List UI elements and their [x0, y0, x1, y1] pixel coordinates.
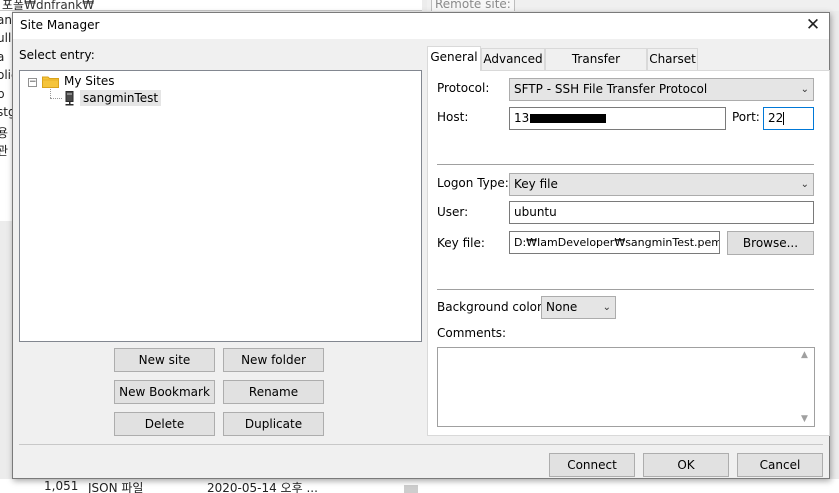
tab-advanced[interactable]: Advanced	[481, 48, 545, 70]
tree-connector	[50, 89, 51, 98]
user-value: ubuntu	[514, 205, 557, 219]
new-folder-button[interactable]: New folder	[223, 348, 324, 372]
tree-connector	[50, 98, 62, 99]
remote-site-label: Remote site:	[431, 0, 515, 11]
key-file-label: Key file:	[437, 236, 485, 250]
ok-button[interactable]: OK	[643, 453, 729, 477]
tab-charset[interactable]: Charset	[647, 48, 698, 70]
file-list-bottom-row: 1,051 JSON 파일 2020-05-14 오후 ...	[0, 479, 839, 493]
logon-type-select[interactable]: Key file ⌄	[509, 173, 814, 196]
scroll-down-icon[interactable]: ▼	[801, 414, 808, 424]
tab-transfer-settings[interactable]: Transfer Settings	[545, 48, 647, 86]
separator	[437, 164, 814, 165]
list-item[interactable]: a	[0, 50, 4, 64]
delete-button[interactable]: Delete	[114, 412, 215, 436]
list-item[interactable]: stg	[0, 105, 12, 119]
host-input[interactable]: 13	[509, 107, 726, 130]
tree-item-sangmintest[interactable]: sangminTest	[80, 90, 162, 106]
cancel-button[interactable]: Cancel	[737, 453, 823, 477]
folder-icon	[42, 76, 59, 88]
select-entry-label: Select entry:	[19, 48, 95, 62]
user-input[interactable]: ubuntu	[509, 201, 814, 224]
scroll-up-icon[interactable]: ▲	[801, 350, 808, 360]
close-icon[interactable]: ✕	[800, 14, 826, 38]
protocol-label: Protocol:	[437, 81, 490, 95]
redaction-bar	[530, 114, 606, 123]
remote-site-bar: Remote site:	[427, 0, 839, 11]
comments-label: Comments:	[437, 326, 507, 340]
duplicate-button[interactable]: Duplicate	[223, 412, 324, 436]
host-value: 13	[514, 111, 530, 125]
background-color-label: Background color:	[437, 300, 546, 314]
list-item[interactable]: olic	[0, 68, 12, 82]
file-date: 2020-05-14 오후 ...	[207, 481, 318, 493]
comments-textarea[interactable]: ▲ ▼	[437, 347, 815, 427]
scrollbar-thumb[interactable]	[404, 485, 418, 493]
local-path-bar[interactable]: 포폴₩dnfrank₩ ⌄	[0, 0, 422, 11]
user-label: User:	[437, 205, 469, 219]
site-manager-dialog: Site Manager ✕ Select entry: − My Sites …	[12, 12, 830, 479]
chevron-down-icon: ⌄	[800, 179, 809, 190]
local-file-list-strip: ank ull a olic p stg 용 관	[0, 11, 12, 221]
chevron-down-icon: ⌄	[800, 84, 809, 95]
key-file-input[interactable]: D:₩IamDeveloper₩sangminTest.pem	[509, 231, 720, 254]
rename-button[interactable]: Rename	[223, 380, 324, 404]
separator	[437, 289, 814, 290]
dialog-title: Site Manager	[20, 18, 100, 32]
list-item[interactable]: ank	[0, 13, 12, 27]
list-item[interactable]: p	[0, 87, 5, 101]
background-color-select[interactable]: None ⌄	[541, 296, 616, 319]
logon-type-value: Key file	[514, 177, 558, 191]
tree-item-my-sites[interactable]: My Sites	[64, 74, 115, 88]
port-label: Port:	[732, 110, 760, 124]
site-tree[interactable]: − My Sites sangminTest	[19, 70, 422, 342]
comments-scrollbar[interactable]: ▲ ▼	[798, 348, 814, 426]
file-size: 1,051	[44, 479, 79, 493]
new-bookmark-button[interactable]: New Bookmark	[114, 380, 215, 404]
collapse-icon[interactable]: −	[28, 78, 37, 87]
background-color-value: None	[546, 300, 578, 314]
new-site-button[interactable]: New site	[114, 348, 215, 372]
browse-button[interactable]: Browse...	[727, 231, 814, 255]
file-type: JSON 파일	[88, 481, 144, 493]
dialog-titlebar: Site Manager ✕	[13, 13, 829, 39]
chevron-down-icon: ⌄	[602, 302, 611, 313]
host-label: Host:	[437, 110, 469, 124]
port-input[interactable]: 22	[763, 107, 814, 130]
key-file-value: D:₩IamDeveloper₩sangminTest.pem	[514, 236, 720, 249]
separator	[19, 444, 823, 445]
connect-button[interactable]: Connect	[549, 453, 635, 477]
logon-type-label: Logon Type:	[437, 176, 509, 190]
list-item[interactable]: 관	[0, 142, 8, 159]
list-item[interactable]: 용	[0, 124, 8, 141]
text-caret	[783, 112, 785, 125]
tab-general[interactable]: General	[427, 46, 481, 71]
chevron-down-icon[interactable]: ⌄	[2, 0, 416, 9]
port-value: 22	[768, 111, 784, 125]
protocol-value: SFTP - SSH File Transfer Protocol	[514, 82, 708, 96]
protocol-select[interactable]: SFTP - SSH File Transfer Protocol ⌄	[509, 78, 814, 101]
list-item[interactable]: ull	[0, 31, 11, 45]
server-icon	[65, 91, 74, 106]
